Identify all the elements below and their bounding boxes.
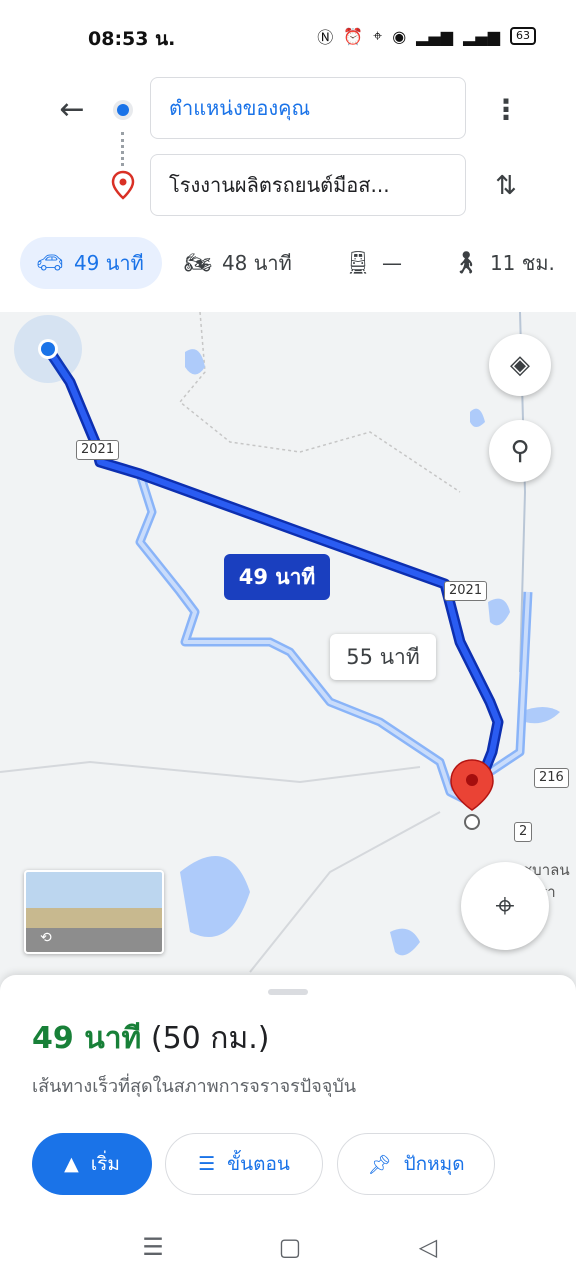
home-icon[interactable]: ▢ xyxy=(270,1229,310,1265)
status-bar: 08:53 น. Ⓝ ⏰ ⌖ ◉ ▂▄▆ ▂▄▆ 63 xyxy=(0,0,576,72)
pin-button[interactable]: 📌︎ ปักหมุด xyxy=(337,1133,495,1195)
route-distance: (50 กม.) xyxy=(150,1021,270,1056)
alarm-icon: ⏰ xyxy=(343,26,364,46)
system-nav-bar: ☰ ▢ ◁ xyxy=(0,1215,576,1280)
my-location-button[interactable]: ⌖ xyxy=(461,862,549,950)
layers-button[interactable]: ◈ xyxy=(489,334,551,396)
location-icon: ⌖ xyxy=(373,26,383,45)
route-connector xyxy=(121,132,124,166)
search-icon: ⚲ xyxy=(510,436,530,466)
travel-modes: 🚗︎ 49 นาที 🏍︎ 48 นาที 🚆︎ — 🚶︎ 11 ชม. xyxy=(0,237,576,289)
street-view-thumbnail[interactable]: ⟲ xyxy=(24,870,164,954)
bottom-sheet: 49 นาที (50 กม.) เส้นทางเร็วที่สุดในสภาพ… xyxy=(0,975,576,1215)
pushpin-icon: 📌︎ xyxy=(367,1153,392,1176)
motorcycle-icon: 🏍︎ xyxy=(184,250,212,276)
mode-driving[interactable]: 🚗︎ 49 นาที xyxy=(20,237,162,289)
alt-route-time-label[interactable]: 55 นาที xyxy=(330,634,436,680)
status-icons: Ⓝ ⏰ ⌖ ◉ ▂▄▆ ▂▄▆ 63 xyxy=(317,24,536,48)
drag-handle[interactable] xyxy=(268,989,308,995)
origin-field[interactable]: ตำแหน่งของคุณ xyxy=(150,77,466,139)
nfc-icon: Ⓝ xyxy=(317,28,334,47)
mode-transit[interactable]: 🚆︎ — xyxy=(344,237,402,289)
more-vert-icon[interactable]: ⋮ xyxy=(492,92,520,128)
road-shield: 2021 xyxy=(76,440,120,460)
road-shield: 2 xyxy=(514,822,533,842)
road-shield: 2021 xyxy=(444,581,488,601)
mode-motorcycle[interactable]: 🏍︎ 48 นาที xyxy=(184,237,292,289)
layers-icon: ◈ xyxy=(510,350,530,380)
wifi-icon: ◉ xyxy=(392,26,407,46)
destination-field[interactable]: โรงงานผลิตรถยนต์มือส... xyxy=(150,154,466,216)
search-button[interactable]: ⚲ xyxy=(489,420,551,482)
map-view[interactable]: 2021 2021 216 2 ชุบาลน ธรา 49 นาที 55 นา… xyxy=(0,312,576,992)
car-icon: 🚗︎ xyxy=(36,250,64,276)
battery-icon: 63 xyxy=(510,27,536,45)
start-label: เริ่ม xyxy=(90,1153,120,1175)
start-button[interactable]: ▲ เริ่ม xyxy=(32,1133,152,1195)
signal-icon: ▂▄▆ xyxy=(463,26,500,46)
back-icon[interactable]: ◁ xyxy=(408,1229,448,1265)
mode-transit-label: — xyxy=(381,251,402,275)
origin-dot-icon xyxy=(113,100,133,120)
recents-icon[interactable]: ☰ xyxy=(133,1229,173,1265)
mode-walking-label: 11 ชม. xyxy=(489,251,555,275)
transit-icon: 🚆︎ xyxy=(344,250,372,276)
primary-route-time-label[interactable]: 49 นาที xyxy=(224,554,330,600)
mode-motorcycle-label: 48 นาที xyxy=(221,251,292,275)
mode-driving-label: 49 นาที xyxy=(73,251,144,275)
crosshair-icon: ⌖ xyxy=(495,886,515,926)
route-summary: 49 นาที (50 กม.) xyxy=(32,1015,269,1062)
route-duration: 49 นาที xyxy=(32,1021,142,1056)
signal-icon: ▂▄▆ xyxy=(416,26,454,46)
route-description: เส้นทางเร็วที่สุดในสภาพการจราจรปัจจุบัน xyxy=(32,1076,357,1097)
steps-button[interactable]: ☰ ขั้นตอน xyxy=(165,1133,323,1195)
destination-pin-icon xyxy=(111,170,135,200)
arrow-left-icon[interactable]: ← xyxy=(52,92,92,132)
road-shield: 216 xyxy=(534,768,569,788)
mode-walking[interactable]: 🚶︎ 11 ชม. xyxy=(452,237,555,289)
swap-vert-icon[interactable]: ⇅ xyxy=(488,168,524,204)
navigation-icon: ▲ xyxy=(64,1153,79,1175)
list-icon: ☰ xyxy=(198,1153,216,1175)
pin-label: ปักหมุด xyxy=(403,1153,465,1175)
route-header: ← ตำแหน่งของคุณ โรงงานผลิตรถยนต์มือส... … xyxy=(0,72,576,312)
rotate-360-icon: ⟲ xyxy=(40,930,52,946)
status-time: 08:53 น. xyxy=(88,28,176,50)
steps-label: ขั้นตอน xyxy=(227,1153,290,1175)
walk-icon: 🚶︎ xyxy=(452,250,480,276)
